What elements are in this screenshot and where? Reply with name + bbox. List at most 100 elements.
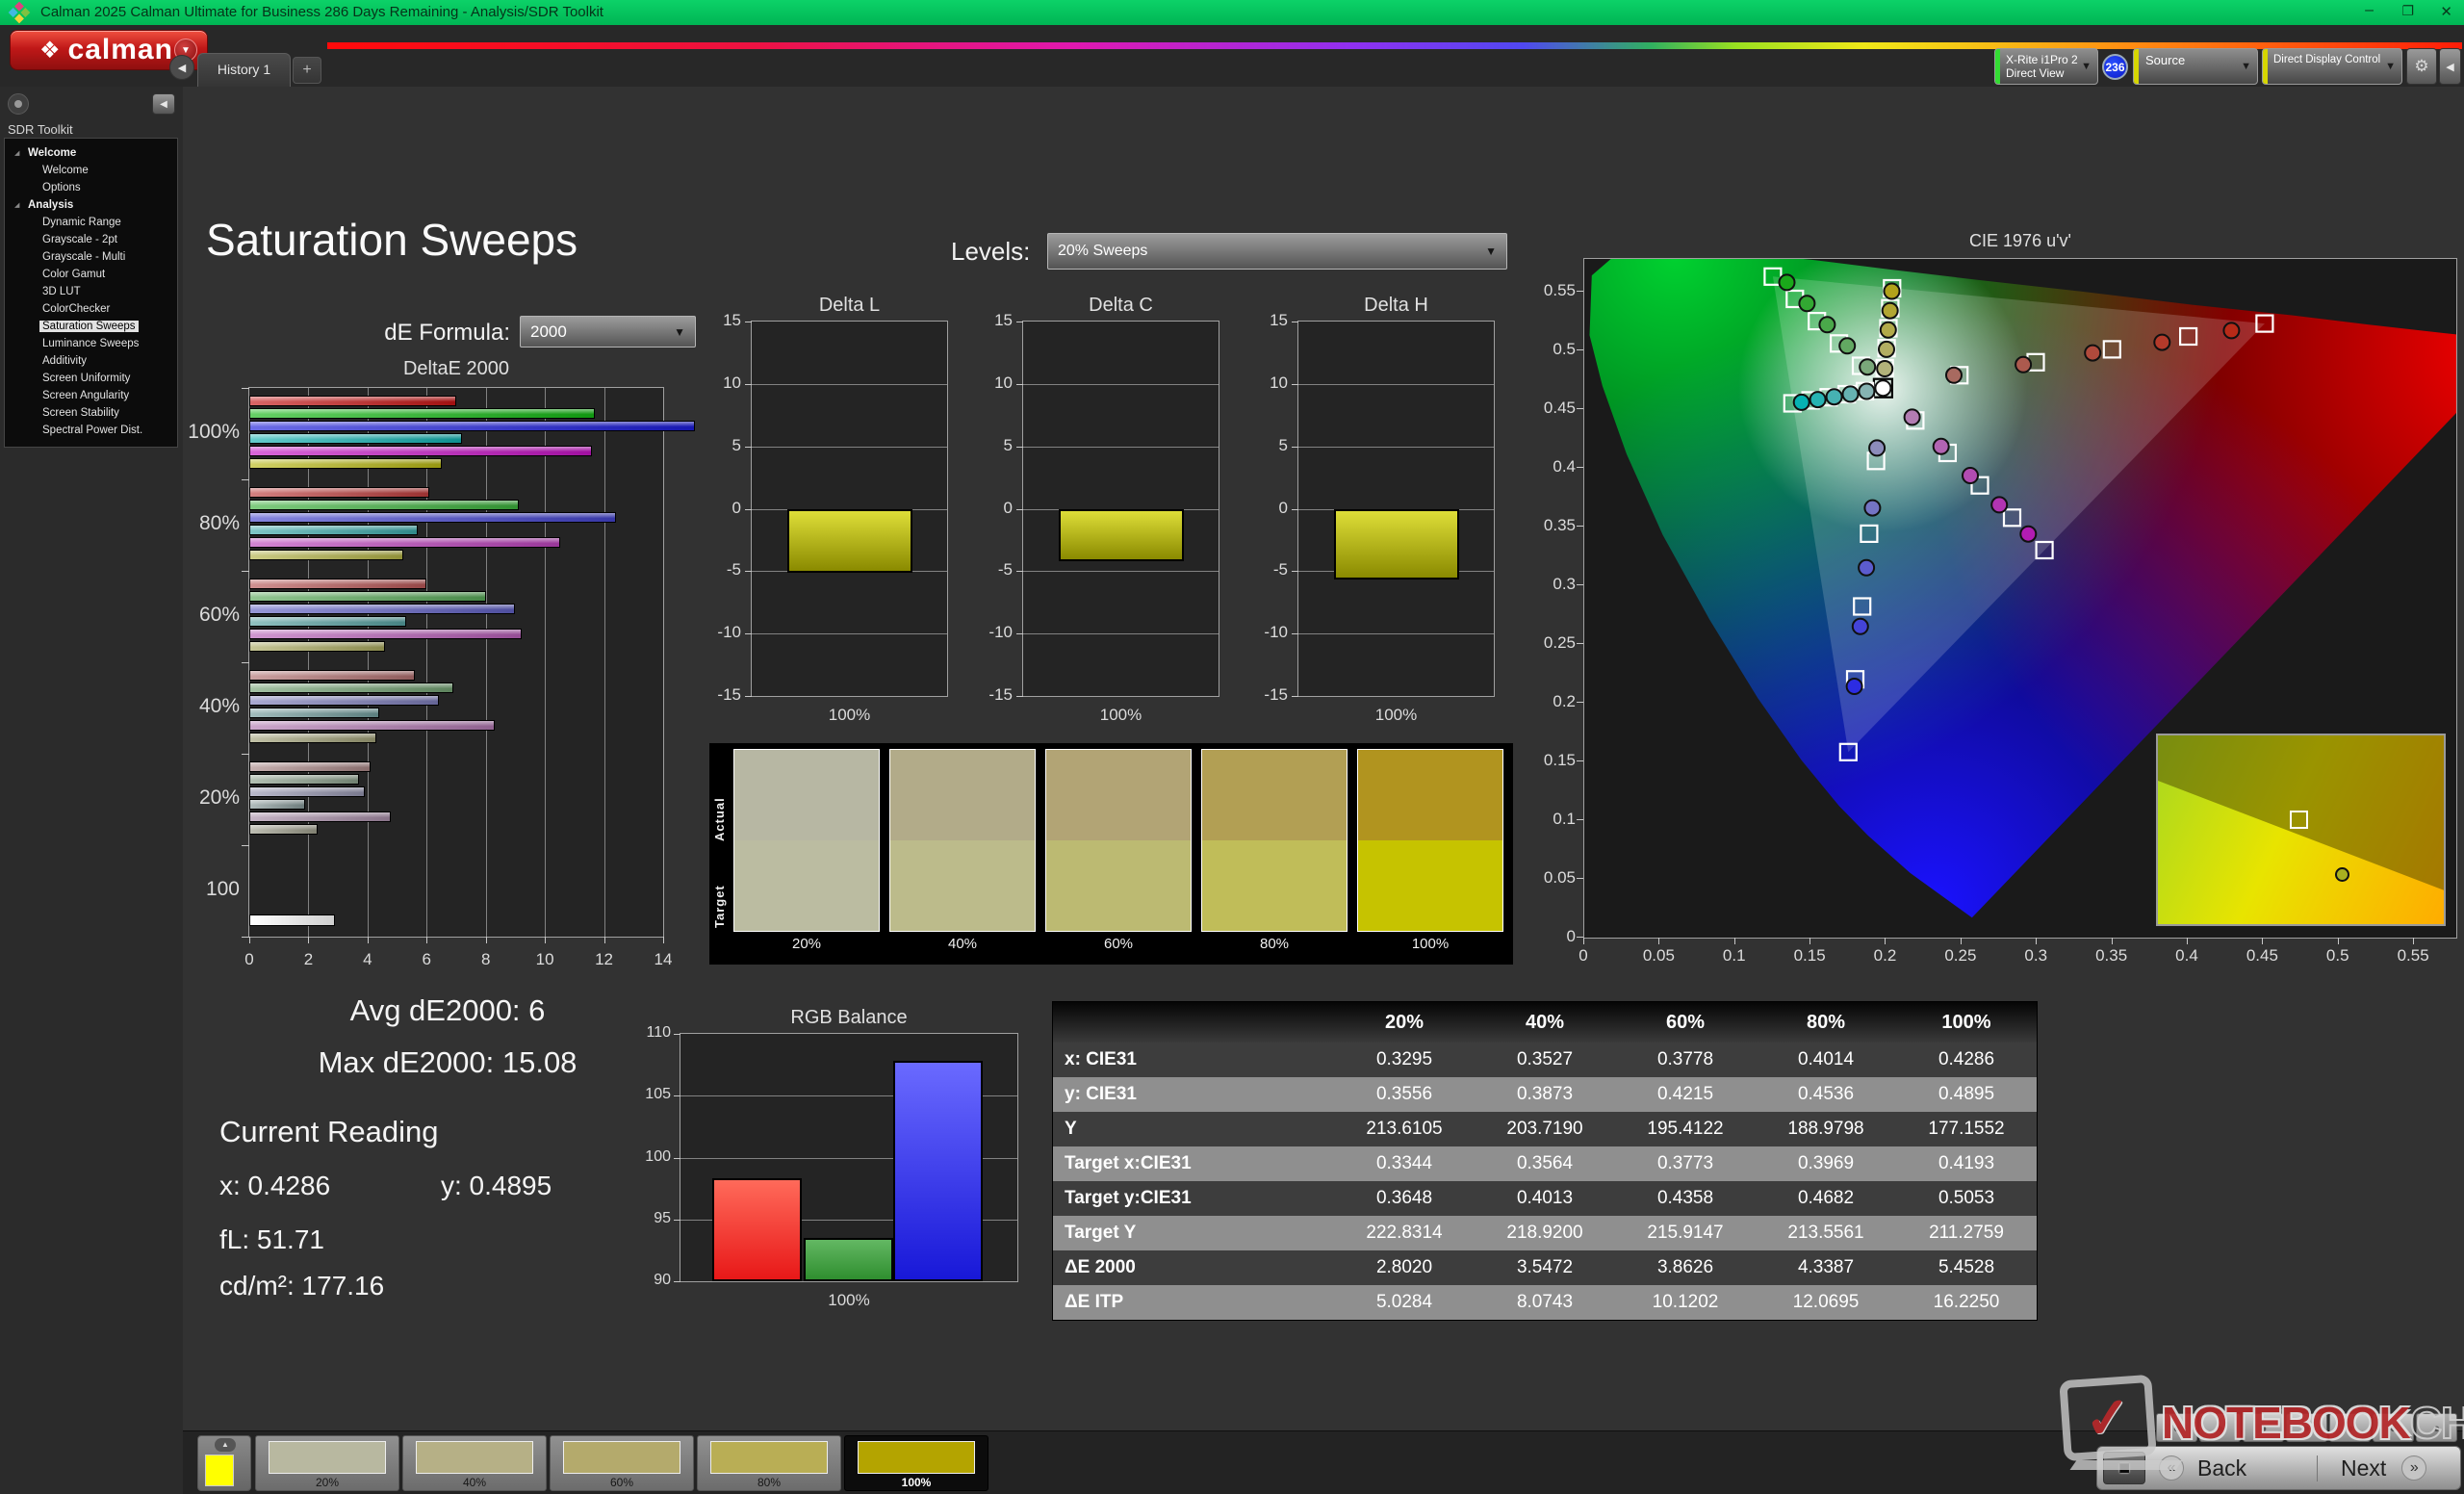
playback-button-4[interactable]: ● <box>2286 1413 2327 1442</box>
table-cell: 8.0743 <box>1475 1285 1615 1320</box>
chevron-left-icon: ◀ <box>177 62 187 74</box>
table-cell: 0.4193 <box>1896 1146 2037 1181</box>
table-cell: 3.8626 <box>1615 1250 1756 1285</box>
sidebar-filter-button[interactable] <box>8 93 29 115</box>
playback-button-2[interactable]: ● <box>2199 1413 2241 1442</box>
table-cell: 0.3295 <box>1334 1043 1475 1077</box>
axis-tick <box>426 937 428 943</box>
tree-item-label: Screen Angularity <box>42 390 130 401</box>
patch-swatch <box>416 1441 533 1474</box>
y-tick-label: 0.05 <box>1543 868 1576 887</box>
max-de2000: Max dE2000: 15.08 <box>318 1045 578 1079</box>
bar <box>249 512 616 523</box>
patch-thumbnail-60%[interactable]: 60% <box>550 1435 694 1491</box>
sidebar-item-welcome[interactable]: Welcome <box>5 162 177 179</box>
de-formula-dropdown[interactable]: 2000 ▼ <box>520 316 696 348</box>
gridline <box>545 388 547 937</box>
panel-collapse-button[interactable]: ◀ <box>2439 48 2461 85</box>
reading-cdm2: cd/m²: 177.16 <box>219 1271 385 1301</box>
sidebar-item-screen-angularity[interactable]: Screen Angularity <box>5 387 177 404</box>
sidebar-item-analysis[interactable]: ◢ Analysis <box>5 196 177 214</box>
axis-tick <box>1016 696 1023 697</box>
maximize-icon[interactable]: ❐ <box>2401 3 2414 19</box>
back-button[interactable]: « Back <box>2159 1455 2294 1481</box>
playback-button-5[interactable]: ● <box>2329 1413 2371 1442</box>
sidebar-item-colorchecker[interactable]: ColorChecker <box>5 300 177 318</box>
meter-count-badge[interactable]: 236 <box>2102 54 2128 80</box>
x-tick-label: 0 <box>244 950 254 968</box>
tab-history-1[interactable]: History 1 <box>197 53 291 87</box>
sidebar-collapse-button[interactable]: ◀ <box>152 93 175 115</box>
sidebar-item-screen-stability[interactable]: Screen Stability <box>5 404 177 422</box>
meter-dropdown[interactable]: X-Rite i1Pro 2 Direct View ▼ <box>1994 48 2098 85</box>
bar <box>249 824 318 835</box>
close-icon[interactable]: ✕ <box>2440 3 2452 20</box>
axis-tick <box>1292 383 1298 385</box>
sidebar-item-saturation-sweeps[interactable]: Saturation Sweeps <box>5 318 177 335</box>
table-header-cell <box>1053 1002 1334 1043</box>
sidebar-item-grayscale-multi[interactable]: Grayscale - Multi <box>5 248 177 266</box>
tree-item-label: Saturation Sweeps <box>39 321 139 332</box>
tree-item-label: Spectral Power Dist. <box>42 425 143 436</box>
axis-tick <box>1577 526 1583 528</box>
y-tick-label: 105 <box>645 1086 671 1103</box>
add-tab-button[interactable]: + <box>293 57 321 84</box>
axis-tick <box>745 571 752 573</box>
table-cell: 0.3778 <box>1615 1043 1756 1077</box>
sidebar-item-welcome[interactable]: ◢ Welcome <box>5 144 177 162</box>
bar <box>249 914 336 926</box>
chart-title: Delta L <box>818 295 881 316</box>
patch-swatch <box>710 1441 828 1474</box>
table-cell: 0.4215 <box>1615 1077 1756 1112</box>
patch-thumbnail-20%[interactable]: 20% <box>255 1435 399 1491</box>
minimize-icon[interactable]: – <box>2365 2 2374 19</box>
settings-button[interactable]: ⚙ <box>2406 48 2437 85</box>
axis-tick <box>1016 508 1023 510</box>
sidebar-item-grayscale-2pt[interactable]: Grayscale - 2pt <box>5 231 177 248</box>
sidebar-item-color-gamut[interactable]: Color Gamut <box>5 266 177 283</box>
x-tick-label: 10 <box>535 950 554 968</box>
sidebar-item-options[interactable]: Options <box>5 179 177 196</box>
axis-tick <box>242 662 249 663</box>
stop-button[interactable]: ■ <box>2103 1452 2145 1484</box>
sidebar-item-spectral-power-dist-[interactable]: Spectral Power Dist. <box>5 422 177 439</box>
axis-tick <box>1577 408 1583 410</box>
tree-expand-icon[interactable]: ◢ <box>14 197 19 215</box>
patch-thumbnail-40%[interactable]: 40% <box>402 1435 547 1491</box>
sidebar-item-dynamic-range[interactable]: Dynamic Range <box>5 214 177 231</box>
tab-scroll-left-button[interactable]: ◀ <box>169 55 194 80</box>
sidebar-item-additivity[interactable]: Additivity <box>5 352 177 370</box>
axis-tick <box>485 937 487 943</box>
playback-button-3[interactable]: ● <box>2243 1413 2284 1442</box>
reading-y: y: 0.4895 <box>441 1171 552 1200</box>
sidebar-item-3d-lut[interactable]: 3D LUT <box>5 283 177 300</box>
sidebar-item-luminance-sweeps[interactable]: Luminance Sweeps <box>5 335 177 352</box>
playback-button-1[interactable]: ● <box>2156 1413 2197 1442</box>
table-cell: 2.8020 <box>1334 1250 1475 1285</box>
levels-dropdown[interactable]: 20% Sweeps ▼ <box>1047 233 1507 270</box>
sidebar-item-screen-uniformity[interactable]: Screen Uniformity <box>5 370 177 387</box>
expand-patches-button[interactable]: ▲ <box>215 1438 236 1452</box>
source-dropdown[interactable]: Source ▼ <box>2133 48 2258 85</box>
playback-button-6[interactable]: ● <box>2373 1413 2414 1442</box>
next-arrow-icon: » <box>2401 1455 2427 1481</box>
meter-status-accent <box>1995 49 2000 84</box>
patch-thumbnail-80%[interactable]: 80% <box>697 1435 841 1491</box>
y-tick-label: 0.35 <box>1543 516 1576 535</box>
tab-history-label: History 1 <box>217 62 271 77</box>
playback-button-7[interactable]: ● <box>2416 1413 2457 1442</box>
table-cell: 0.5053 <box>1896 1181 2037 1216</box>
table-cell: 0.4536 <box>1756 1077 1896 1112</box>
table-row-label: x: CIE31 <box>1053 1043 1334 1077</box>
levels-label: Levels: <box>951 237 1031 266</box>
axis-tick <box>1016 446 1023 448</box>
axis-tick <box>1960 938 1962 944</box>
swatch-label: 60% <box>1103 936 1134 952</box>
tree-expand-icon[interactable]: ◢ <box>14 145 19 163</box>
axis-tick <box>308 937 310 943</box>
axis-tick <box>663 937 664 943</box>
patch-thumbnail-100%[interactable]: 100% <box>844 1435 988 1491</box>
display-control-dropdown[interactable]: Direct Display Control ▼ <box>2262 48 2402 85</box>
table-header-cell: 60% <box>1615 1002 1756 1043</box>
next-button[interactable]: Next » <box>2317 1455 2427 1481</box>
